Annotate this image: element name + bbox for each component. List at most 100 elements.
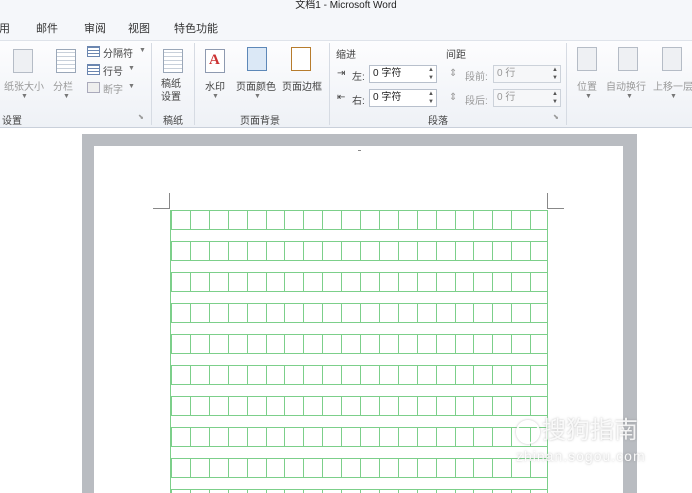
dialog-launcher-icon[interactable]: ⬊	[553, 114, 561, 122]
page-borders-icon	[291, 47, 311, 71]
grid-row	[171, 396, 547, 416]
ribbon-tabs: 引用 邮件 审阅 视图 特色功能	[0, 14, 692, 40]
grid-row	[171, 365, 547, 385]
sogou-logo-icon	[516, 419, 540, 444]
chevron-down-icon: ▼	[626, 93, 633, 100]
page-borders-button[interactable]: 页面边框	[282, 78, 322, 93]
indent-right-input[interactable]: 0 字符 ▲ ▼	[369, 89, 437, 107]
grid-row-border	[171, 272, 547, 292]
tab-review[interactable]: 审阅	[84, 20, 106, 36]
line-numbers-button[interactable]: 行号	[103, 63, 123, 78]
spacing-after-icon: ⇕	[449, 92, 458, 103]
spinner-arrows-icon[interactable]: ▲ ▼	[552, 66, 558, 82]
wrap-text-icon	[618, 47, 638, 71]
spacing-after-label: 段后:	[465, 96, 488, 107]
tab-mailings[interactable]: 邮件	[36, 20, 58, 36]
position-button[interactable]: 位置	[577, 78, 597, 93]
breaks-icon	[87, 46, 100, 57]
margin-mark	[358, 150, 361, 151]
chevron-down-icon: ▼	[254, 93, 261, 100]
chevron-down-icon: ▼	[63, 93, 70, 100]
spacing-before-icon: ⇕	[449, 68, 458, 79]
spinner-arrows-icon[interactable]: ▲ ▼	[428, 66, 434, 82]
grid-row	[171, 272, 547, 292]
spacing-after-value: 0 行	[497, 92, 516, 103]
hyphenation-icon	[87, 82, 100, 93]
grid-row	[171, 489, 547, 493]
tab-special-features[interactable]: 特色功能	[174, 20, 218, 36]
grid-row-border	[171, 365, 547, 385]
spinner-arrows-icon[interactable]: ▲ ▼	[552, 90, 558, 106]
spacing-title: 间距	[446, 50, 466, 61]
margin-mark	[153, 208, 169, 209]
tab-view[interactable]: 视图	[128, 20, 150, 36]
group-label-paragraph: 段落	[428, 116, 448, 127]
bring-forward-button[interactable]: 上移一层	[653, 78, 692, 93]
columns-icon	[56, 49, 76, 73]
chevron-down-icon: ▼	[21, 93, 28, 100]
watermark-icon: A	[205, 49, 225, 73]
indent-right-label: 右:	[352, 96, 365, 107]
indent-left-label: 左:	[352, 72, 365, 83]
indent-right-value: 0 字符	[373, 92, 402, 103]
grid-row-border	[171, 210, 547, 230]
spacing-before-input[interactable]: 0 行 ▲ ▼	[493, 65, 561, 83]
paper-size-button[interactable]: 纸张大小	[4, 78, 44, 93]
margin-mark	[547, 193, 548, 209]
chevron-down-icon: ▼	[128, 65, 135, 72]
margin-mark	[169, 193, 170, 209]
grid-row-border	[171, 303, 547, 323]
indent-left-value: 0 字符	[373, 68, 402, 79]
title-bar: 文档1 - Microsoft Word	[0, 0, 692, 14]
group-label-page-setup: 设置	[2, 116, 22, 127]
watermark-url: zhinan.sogou.com	[516, 448, 646, 464]
manuscript-grid[interactable]	[170, 210, 548, 493]
indent-right-icon: ⇤	[337, 92, 346, 103]
manuscript-grid-lines	[171, 210, 547, 493]
letter-a-glyph: A	[209, 52, 220, 68]
group-label-manuscript: 稿纸	[163, 116, 183, 127]
page-color-button[interactable]: 页面颜色	[236, 78, 276, 93]
page-color-icon	[247, 47, 267, 71]
watermark-brand: 搜狗指南	[542, 417, 638, 444]
grid-row	[171, 303, 547, 323]
window-title: 文档1 - Microsoft Word	[295, 0, 397, 11]
indent-left-icon: ⇥	[337, 68, 346, 79]
group-divider	[151, 43, 152, 125]
grid-row-border	[171, 334, 547, 354]
ribbon: 纸张大小 ▼ 分栏 ▼ 分隔符 ▼ 行号 ▼ 断字 ▼ 设置 ⬊ 稿纸设置 稿纸…	[0, 40, 692, 128]
spacing-after-input[interactable]: 0 行 ▲ ▼	[493, 89, 561, 107]
grid-row-border	[171, 396, 547, 416]
chevron-down-icon: ▼	[139, 47, 146, 54]
indent-left-input[interactable]: 0 字符 ▲ ▼	[369, 65, 437, 83]
margin-mark	[548, 208, 564, 209]
indent-title: 缩进	[336, 50, 356, 61]
grid-row	[171, 458, 547, 478]
watermark-button[interactable]: 水印	[205, 78, 225, 93]
grid-row	[171, 210, 547, 230]
group-divider	[566, 43, 567, 125]
spacing-before-label: 段前:	[465, 72, 488, 83]
group-divider	[329, 43, 330, 125]
group-label-page-background: 页面背景	[240, 116, 280, 127]
chevron-down-icon: ▼	[212, 93, 219, 100]
grid-row-border	[171, 489, 547, 493]
wrap-text-button[interactable]: 自动换行	[606, 78, 646, 93]
manuscript-settings-button[interactable]: 稿纸设置	[161, 78, 185, 104]
chevron-down-icon: ▼	[585, 93, 592, 100]
line-numbers-icon	[87, 64, 100, 75]
grid-row-border	[171, 458, 547, 478]
breaks-button[interactable]: 分隔符	[103, 45, 133, 60]
hyphenation-button[interactable]: 断字	[103, 81, 123, 96]
columns-button[interactable]: 分栏	[53, 78, 73, 93]
manuscript-icon	[163, 49, 183, 73]
tab-references[interactable]: 引用	[0, 20, 10, 36]
grid-row	[171, 427, 547, 447]
chevron-down-icon: ▼	[670, 93, 677, 100]
position-icon	[577, 47, 597, 71]
spinner-arrows-icon[interactable]: ▲ ▼	[428, 90, 434, 106]
grid-row	[171, 241, 547, 261]
grid-row-border	[171, 427, 547, 447]
bring-forward-icon	[662, 47, 682, 71]
dialog-launcher-icon[interactable]: ⬊	[138, 114, 146, 122]
